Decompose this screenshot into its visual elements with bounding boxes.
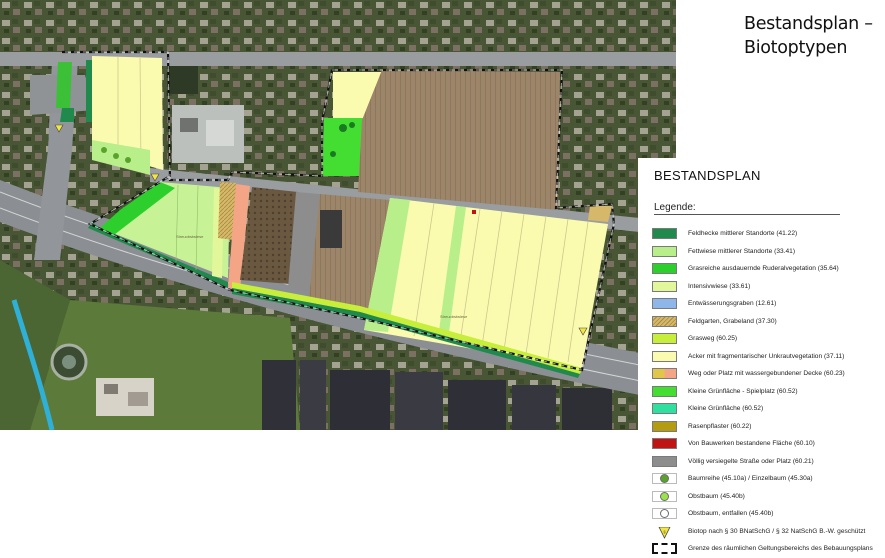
legend-label: Rasenpflaster (60.22) — [688, 422, 752, 430]
legend-swatch — [652, 385, 677, 397]
legend-label: Fettwiese mittlerer Standorte (33.41) — [688, 247, 796, 255]
legend-item: Weg oder Platz mit wassergebundener Deck… — [652, 365, 885, 383]
legend-item: Baumreihe (45.10a) / Einzelbaum (45.30a) — [652, 470, 885, 488]
legend-swatch — [652, 333, 677, 345]
legend-swatch — [652, 438, 677, 450]
legend-swatch — [652, 245, 677, 257]
legend-label: Entwässerungsgraben (12.61) — [688, 300, 777, 308]
legend-label: Grasweg (60.25) — [688, 335, 738, 343]
title-line-2: Biotoptypen — [744, 38, 848, 58]
legend-label: Baumreihe (45.10a) / Einzelbaum (45.30a) — [688, 475, 813, 483]
legend-item: Rasenpflaster (60.22) — [652, 418, 885, 436]
legend-item: Kleine Grünfläche - Spielplatz (60.52) — [652, 383, 885, 401]
legend-swatch — [652, 420, 677, 432]
legend-swatch — [652, 228, 677, 240]
legend-item: Feldgarten, Grabeland (37.30) — [652, 313, 885, 331]
legend-label: Weg oder Platz mit wassergebundener Deck… — [688, 370, 845, 378]
legend-item: Grenze des räumlichen Geltungsbereichs d… — [652, 540, 885, 558]
legend-label: Völlig versiegelte Straße oder Platz (60… — [688, 457, 814, 465]
legend-item: Feldhecke mittlerer Standorte (41.22) — [652, 225, 885, 243]
field-label-east: Streuobstwiese — [440, 314, 468, 319]
legend-label: Obstbaum, entfallen (45.40b) — [688, 510, 774, 518]
legend-divider — [654, 214, 840, 215]
legend-label: Acker mit fragmentarischer Unkrautvegeta… — [688, 352, 845, 360]
legend-label: Feldhecke mittlerer Standorte (41.22) — [688, 230, 798, 238]
legend-swatch — [652, 543, 677, 555]
legend-label: Kleine Grünfläche - Spielplatz (60.52) — [688, 387, 798, 395]
legend-swatch — [652, 490, 677, 502]
legend-item: Obstbaum (45.40b) — [652, 488, 885, 506]
legend-label: Biotop nach § 30 BNatSchG / § 32 NatSchG… — [688, 527, 866, 535]
legend-label: Kleine Grünfläche (60.52) — [688, 405, 764, 413]
legend-swatch: § — [652, 526, 677, 539]
legend-swatch — [652, 298, 677, 310]
legend-subheading: Legende: — [654, 202, 696, 213]
legend-swatch — [652, 280, 677, 292]
tree-icon — [660, 491, 669, 501]
legend-swatch — [652, 368, 677, 380]
legend-swatch — [652, 455, 677, 467]
legend-swatch — [652, 350, 677, 362]
legend-swatch — [652, 315, 677, 327]
page-title: Bestandsplan – Biotoptypen — [744, 12, 873, 60]
legend-swatch — [652, 508, 677, 520]
legend-swatch — [652, 403, 677, 415]
legend-label: Intensivwiese (33.61) — [688, 282, 751, 290]
legend-item: Grasweg (60.25) — [652, 330, 885, 348]
triangle-icon: § — [658, 526, 671, 539]
tree-icon — [660, 474, 669, 484]
legend-item: Kleine Grünfläche (60.52) — [652, 400, 885, 418]
legend-item: Acker mit fragmentarischer Unkrautvegeta… — [652, 348, 885, 366]
legend-label: Grasreiche ausdauernde Ruderalvegetation… — [688, 265, 839, 273]
legend-item: Grasreiche ausdauernde Ruderalvegetation… — [652, 260, 885, 278]
aerial-site-plan[interactable]: Streuobstwiese Streuobstwiese — [0, 0, 676, 430]
legend-item: Obstbaum, entfallen (45.40b) — [652, 505, 885, 523]
legend-item: Entwässerungsgraben (12.61) — [652, 295, 885, 313]
legend-item: § Biotop nach § 30 BNatSchG / § 32 NatSch… — [652, 523, 885, 541]
legend-panel: BESTANDSPLAN Legende: Feldhecke mittlere… — [638, 158, 885, 555]
legend-item: Fettwiese mittlerer Standorte (33.41) — [652, 243, 885, 261]
legend-item: Intensivwiese (33.61) — [652, 278, 885, 296]
title-line-1: Bestandsplan – — [744, 14, 873, 34]
legend-label: Grenze des räumlichen Geltungsbereichs d… — [688, 545, 873, 553]
legend-list: Feldhecke mittlerer Standorte (41.22) Fet… — [652, 225, 885, 558]
legend-heading: BESTANDSPLAN — [654, 168, 761, 183]
field-label-west: Streuobstwiese — [176, 234, 204, 239]
legend-item: Von Bauwerken bestandene Fläche (60.10) — [652, 435, 885, 453]
legend-label: Feldgarten, Grabeland (37.30) — [688, 317, 777, 325]
legend-label: Von Bauwerken bestandene Fläche (60.10) — [688, 440, 815, 448]
legend-label: Obstbaum (45.40b) — [688, 492, 745, 500]
tree-icon — [660, 509, 669, 519]
legend-swatch — [652, 263, 677, 275]
legend-item: Völlig versiegelte Straße oder Platz (60… — [652, 453, 885, 471]
plowed-field-north — [358, 70, 560, 210]
site-plan-svg: Streuobstwiese Streuobstwiese — [0, 0, 676, 430]
legend-swatch — [652, 473, 677, 485]
svg-text:§: § — [663, 529, 665, 534]
